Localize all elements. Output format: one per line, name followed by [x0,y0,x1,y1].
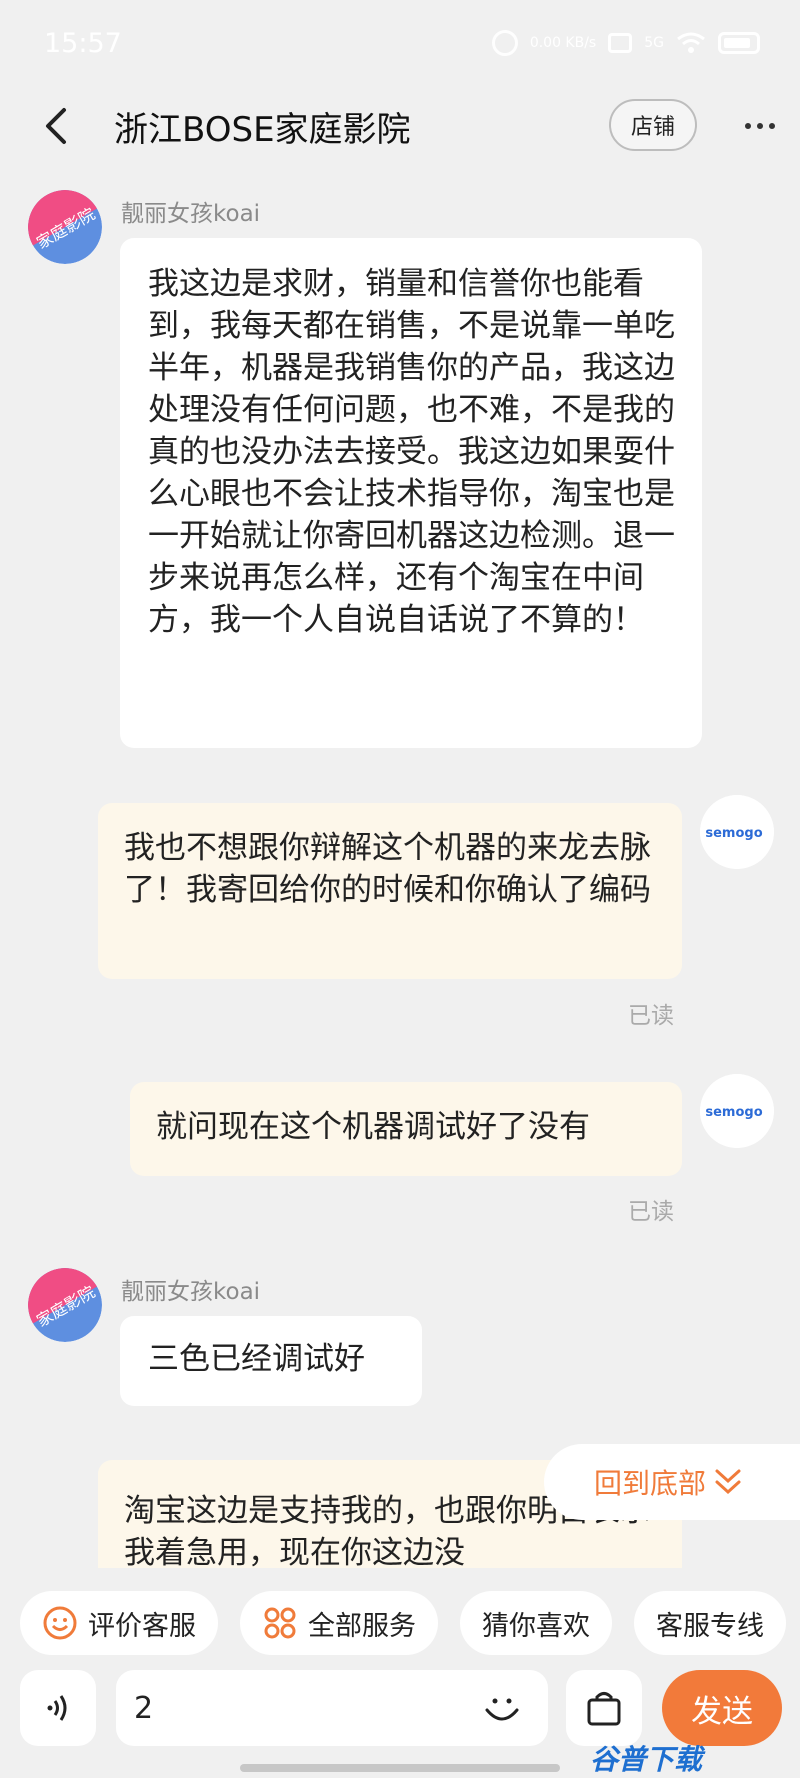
user-avatar-text: semogo [705,1105,762,1120]
grid-icon [264,1607,296,1639]
message-bubble[interactable]: 我也不想跟你辩解这个机器的来龙去脉了！我寄回给你的时候和你确认了编码 [98,803,682,979]
shop-avatar-image: 家庭影院 [28,190,102,264]
back-to-bottom-button[interactable]: 回到底部 [544,1444,800,1520]
shopping-bag-button[interactable] [566,1670,642,1746]
signal-label: 5G [644,35,664,51]
battery-icon [718,32,760,54]
chip-label: 客服专线 [656,1610,764,1642]
chip-label: 全部服务 [308,1610,416,1642]
service-hotline-chip[interactable]: 客服专线 [634,1591,786,1655]
page-title: 浙江BOSE家庭影院 [114,110,411,150]
status-icons: 0.00 KB/s 5G [491,30,760,56]
chip-label: 评价客服 [88,1610,196,1642]
message-bubble[interactable]: 就问现在这个机器调试好了没有 [130,1082,682,1176]
user-avatar[interactable]: semogo [700,1074,774,1148]
shopping-bag-icon [587,1692,621,1726]
all-services-chip[interactable]: 全部服务 [240,1591,438,1655]
sender-name: 靓丽女孩koai [121,1279,261,1305]
message-bubble[interactable]: 我这边是求财，销量和信誉你也能看到，我每天都在销售，不是说靠一单吃半年，机器是我… [120,238,702,748]
sender-name: 靓丽女孩koai [121,201,261,227]
user-avatar-image: semogo [700,795,774,869]
smile-icon [43,1606,77,1640]
back-arrow-icon[interactable] [38,106,78,146]
chip-label: 猜你喜欢 [482,1610,590,1642]
read-receipt: 已读 [628,1003,674,1029]
send-button[interactable]: 发送 [662,1670,782,1746]
read-receipt: 已读 [628,1199,674,1225]
shop-button[interactable]: 店铺 [609,99,697,151]
voice-button[interactable] [20,1670,96,1746]
wifi-icon [677,32,705,53]
net-speed: 0.00 KB/s [529,35,597,51]
hd-icon [608,33,633,53]
user-avatar[interactable]: semogo [700,795,774,869]
watermark-logo: 谷普下载 [590,1743,703,1776]
more-icon[interactable] [740,108,780,144]
quick-action-bar: 评价客服 全部服务 猜你喜欢 客服专线 [0,1568,800,1678]
rate-service-chip[interactable]: 评价客服 [20,1591,218,1655]
message-bubble[interactable]: 三色已经调试好 [120,1316,422,1406]
user-avatar-text: semogo [705,826,762,841]
back-to-bottom-label: 回到底部 [594,1467,707,1500]
shop-avatar-image: 家庭影院 [28,1268,102,1342]
status-time: 15:57 [44,27,122,59]
status-bar: 15:57 0.00 KB/s 5G [0,0,800,86]
user-avatar-image: semogo [700,1074,774,1148]
double-chevron-down-icon [715,1469,741,1495]
recommend-chip[interactable]: 猜你喜欢 [460,1591,612,1655]
shop-avatar[interactable]: 家庭影院 [28,190,102,264]
chat-header: 浙江BOSE家庭影院 店铺 [0,86,800,166]
emoji-icon[interactable] [478,1684,526,1732]
home-indicator[interactable] [240,1764,560,1772]
voice-icon [47,1695,67,1721]
shop-avatar[interactable]: 家庭影院 [28,1268,102,1342]
speed-icon [491,30,518,56]
